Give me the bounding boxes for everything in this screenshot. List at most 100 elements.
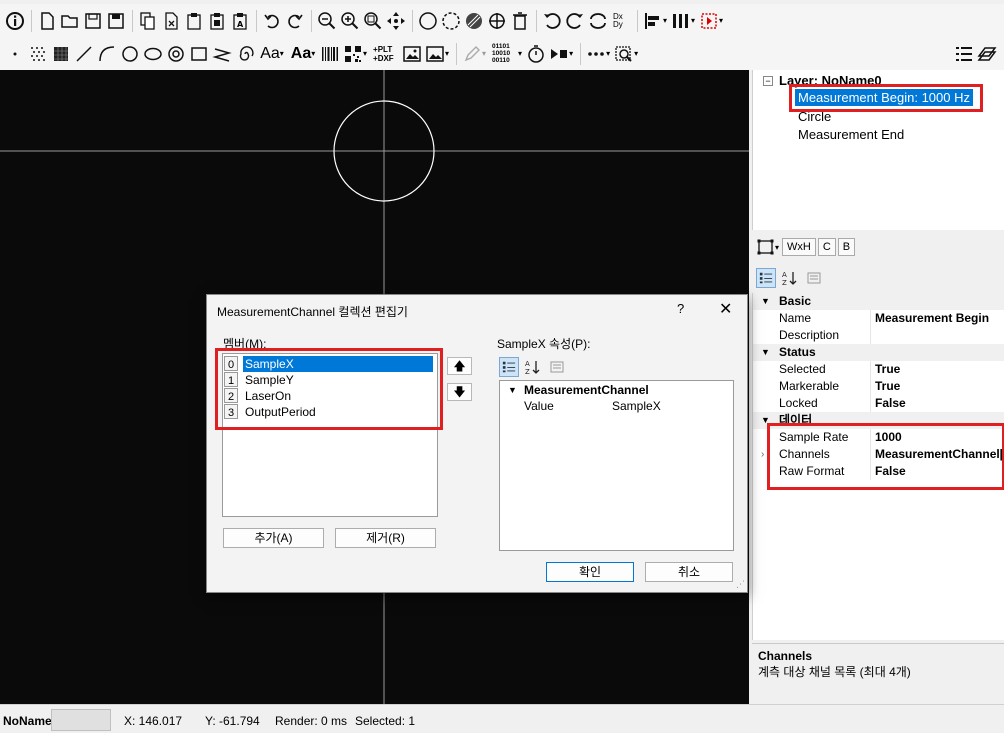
rotate-cw-icon[interactable] xyxy=(564,9,586,33)
text-bold-icon[interactable]: Aa ▾ xyxy=(288,42,318,66)
align-icon[interactable] xyxy=(642,9,664,33)
tree-item-measurement-begin[interactable]: Measurement Begin: 1000 Hz xyxy=(795,89,973,106)
pen-icon[interactable] xyxy=(461,42,483,66)
lasso-icon[interactable] xyxy=(440,9,462,33)
category-measurement-channel[interactable]: ▼ MeasurementChannel xyxy=(500,382,733,399)
tab-c[interactable]: C xyxy=(817,238,836,256)
categorized-icon[interactable] xyxy=(499,357,519,377)
ok-button[interactable]: 확인 xyxy=(546,562,634,582)
categorized-icon[interactable] xyxy=(756,268,776,288)
distribute-dropdown-icon[interactable]: ▾ xyxy=(691,16,695,25)
undo-icon[interactable] xyxy=(261,9,283,33)
play-dropdown-icon[interactable]: ▾ xyxy=(569,49,573,58)
zoom-in-icon[interactable] xyxy=(339,9,361,33)
prop-row-selected[interactable]: Selected True xyxy=(753,361,1004,378)
alphabetical-icon[interactable]: AZ xyxy=(523,357,543,377)
mirror-icon[interactable] xyxy=(587,9,609,33)
member-item[interactable]: 0 SampleX xyxy=(223,356,437,372)
run-dropdown-icon[interactable]: ▾ xyxy=(719,16,723,25)
prop-row-channels[interactable]: › Channels MeasurementChannel[] xyxy=(753,446,1004,463)
binary-icon[interactable]: 01101 10010 00110 xyxy=(489,42,519,66)
run-icon[interactable] xyxy=(698,9,720,33)
property-pages-icon[interactable] xyxy=(804,268,824,288)
point-icon[interactable] xyxy=(4,42,26,66)
dxdy-icon[interactable]: Dx Dy xyxy=(610,9,632,33)
expand-icon[interactable]: › xyxy=(761,446,764,463)
member-item[interactable]: 2 LaserOn xyxy=(223,388,437,404)
zoom-fit-icon[interactable] xyxy=(362,9,384,33)
member-item[interactable]: 3 OutputPeriod xyxy=(223,404,437,420)
prop-row-markerable[interactable]: Markerable True xyxy=(753,378,1004,395)
tab-wxh[interactable]: WxH xyxy=(782,238,816,256)
image-icon[interactable] xyxy=(401,42,423,66)
help-button[interactable]: ? xyxy=(677,301,684,316)
circle-icon[interactable] xyxy=(119,42,141,66)
pan-icon[interactable] xyxy=(385,9,407,33)
paste-icon[interactable] xyxy=(183,9,205,33)
circle-select-icon[interactable] xyxy=(417,9,439,33)
move-up-button[interactable]: 🡅 xyxy=(447,357,472,375)
tab-b[interactable]: B xyxy=(837,238,856,256)
barcode-icon[interactable] xyxy=(319,42,341,66)
tree-item-measurement-end[interactable]: Measurement End xyxy=(798,127,904,142)
play-stop-icon[interactable] xyxy=(548,42,570,66)
qrcode-icon[interactable] xyxy=(342,42,364,66)
prop-row-raw-format[interactable]: Raw Format False xyxy=(753,463,1004,480)
preview-icon[interactable] xyxy=(613,42,635,66)
prop-row-sample-rate[interactable]: Sample Rate 1000 xyxy=(753,429,1004,446)
rectangle-icon[interactable] xyxy=(188,42,210,66)
preview-dropdown-icon[interactable]: ▾ xyxy=(634,49,638,58)
text-icon[interactable]: Aa ▾ xyxy=(257,42,287,66)
paste-text-icon[interactable]: A xyxy=(229,9,251,33)
hatch-icon[interactable] xyxy=(463,9,485,33)
save-icon[interactable] xyxy=(82,9,104,33)
alphabetical-icon[interactable]: AZ xyxy=(780,268,800,288)
members-list[interactable]: 0 SampleX 1 SampleY 2 LaserOn 3 OutputPeriod xyxy=(222,353,438,517)
align-dropdown-icon[interactable]: ▾ xyxy=(663,16,667,25)
raster-icon[interactable] xyxy=(50,42,72,66)
member-item[interactable]: 1 SampleY xyxy=(223,372,437,388)
resize-grip-icon[interactable]: ⋰ xyxy=(736,579,745,590)
import-plt-dxf-icon[interactable]: +PLT +DXF xyxy=(370,42,400,66)
more-dropdown-icon[interactable]: ▾ xyxy=(606,49,610,58)
move-down-button[interactable]: 🡇 xyxy=(447,383,472,401)
remove-button[interactable]: 제거(R) xyxy=(335,528,436,548)
arc-icon[interactable] xyxy=(96,42,118,66)
property-pages-icon[interactable] xyxy=(547,357,567,377)
category-basic[interactable]: ▼ Basic xyxy=(753,293,1004,310)
rotate-ccw-icon[interactable] xyxy=(541,9,563,33)
layers-icon[interactable] xyxy=(976,42,998,66)
binary-dropdown-icon[interactable]: ▾ xyxy=(518,49,522,58)
distribute-icon[interactable] xyxy=(670,9,692,33)
bounds-icon[interactable] xyxy=(756,235,776,259)
qrcode-dropdown-icon[interactable]: ▾ xyxy=(363,49,367,58)
list-view-icon[interactable] xyxy=(953,42,975,66)
copy-icon[interactable] xyxy=(137,9,159,33)
prop-row-description[interactable]: Description xyxy=(753,327,1004,344)
prop-row-name[interactable]: Name Measurement Begin xyxy=(753,310,1004,327)
collapse-icon[interactable]: − xyxy=(763,76,773,86)
new-document-icon[interactable] xyxy=(36,9,58,33)
polyline-icon[interactable] xyxy=(211,42,233,66)
category-data[interactable]: ▼ 데이터 xyxy=(753,412,1004,429)
image-dropdown-icon[interactable]: ▾ xyxy=(445,49,449,58)
open-folder-icon[interactable] xyxy=(59,9,81,33)
spiral-icon[interactable] xyxy=(234,42,256,66)
pen-dropdown-icon[interactable]: ▾ xyxy=(482,49,486,58)
tree-layer-node[interactable]: Layer: NoName0 xyxy=(779,73,882,88)
bounds-dropdown-icon[interactable]: ▾ xyxy=(775,243,779,252)
add-button[interactable]: 추가(A) xyxy=(223,528,324,548)
points-icon[interactable] xyxy=(27,42,49,66)
tree-item-circle[interactable]: Circle xyxy=(798,109,831,124)
category-status[interactable]: ▼ Status xyxy=(753,344,1004,361)
delete-icon[interactable] xyxy=(509,9,531,33)
save-as-icon[interactable] xyxy=(105,9,127,33)
redo-icon[interactable] xyxy=(284,9,306,33)
cut-icon[interactable] xyxy=(160,9,182,33)
paste-special-icon[interactable] xyxy=(206,9,228,33)
line-icon[interactable] xyxy=(73,42,95,66)
close-button[interactable]: ✕ xyxy=(719,299,732,319)
explode-icon[interactable] xyxy=(486,9,508,33)
image-settings-icon[interactable] xyxy=(424,42,446,66)
prop-row-locked[interactable]: Locked False xyxy=(753,395,1004,412)
